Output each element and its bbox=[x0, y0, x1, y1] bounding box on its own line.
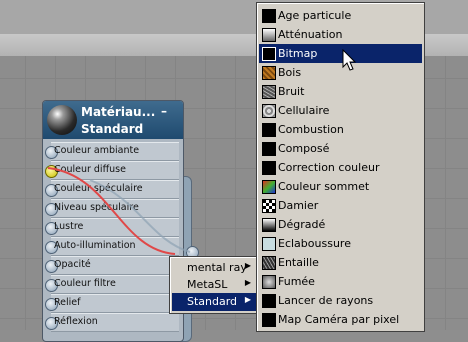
fumee-swatch-icon bbox=[262, 275, 276, 289]
map-item-label: Entaille bbox=[278, 256, 319, 269]
map-item-label: Lancer de rayons bbox=[278, 294, 374, 307]
map-item-label: Dégradé bbox=[278, 218, 326, 231]
map-item-cellulaire[interactable]: Cellulaire bbox=[259, 101, 422, 120]
menu-item-standard[interactable]: Standard ▶ bbox=[172, 293, 256, 311]
age-particule-swatch-icon bbox=[262, 9, 276, 23]
submenu-arrow-icon: ▶ bbox=[244, 261, 251, 270]
map-item-label: Eclaboussure bbox=[278, 237, 351, 250]
compose-swatch-icon bbox=[262, 142, 276, 156]
submenu-arrow-icon: ▶ bbox=[244, 295, 251, 304]
damier-swatch-icon bbox=[262, 199, 276, 213]
map-item-compose[interactable]: Composé bbox=[259, 139, 422, 158]
map-item-bois[interactable]: Bois bbox=[259, 63, 422, 82]
map-item-attenuation[interactable]: Atténuation bbox=[259, 25, 422, 44]
map-item-entaille[interactable]: Entaille bbox=[259, 253, 422, 272]
map-item-label: Fumée bbox=[278, 275, 315, 288]
map-camera-swatch-icon bbox=[262, 313, 276, 327]
map-item-label: Cellulaire bbox=[278, 104, 330, 117]
lancer-de-rayons-swatch-icon bbox=[262, 294, 276, 308]
map-submenu: Age particule Atténuation Bitmap Bois Br… bbox=[256, 2, 425, 332]
correction-couleur-swatch-icon bbox=[262, 161, 276, 175]
map-item-eclaboussure[interactable]: Eclaboussure bbox=[259, 234, 422, 253]
map-item-label: Combustion bbox=[278, 123, 344, 136]
map-item-correction-couleur[interactable]: Correction couleur bbox=[259, 158, 422, 177]
map-item-fumee[interactable]: Fumée bbox=[259, 272, 422, 291]
map-item-label: Bois bbox=[278, 66, 302, 79]
map-item-label: Composé bbox=[278, 142, 330, 155]
mouse-pointer-icon bbox=[342, 49, 357, 71]
map-item-label: Bruit bbox=[278, 85, 305, 98]
map-item-damier[interactable]: Damier bbox=[259, 196, 422, 215]
attenuation-swatch-icon bbox=[262, 28, 276, 42]
map-item-label: Map Caméra par pixel bbox=[278, 313, 400, 326]
map-item-bruit[interactable]: Bruit bbox=[259, 82, 422, 101]
map-item-combustion[interactable]: Combustion bbox=[259, 120, 422, 139]
menu-item-label: Standard bbox=[187, 295, 238, 308]
menu-item-label: mental ray bbox=[187, 261, 247, 274]
map-item-degrade[interactable]: Dégradé bbox=[259, 215, 422, 234]
connection-wire-shadow bbox=[89, 179, 191, 253]
map-item-map-camera-par-pixel[interactable]: Map Caméra par pixel bbox=[259, 310, 422, 329]
eclaboussure-swatch-icon bbox=[262, 237, 276, 251]
map-item-label: Couleur sommet bbox=[278, 180, 370, 193]
map-item-label: Bitmap bbox=[278, 47, 318, 60]
menu-item-mental-ray[interactable]: mental ray ▶ bbox=[172, 259, 256, 277]
map-item-lancer-de-rayons[interactable]: Lancer de rayons bbox=[259, 291, 422, 310]
map-item-label: Correction couleur bbox=[278, 161, 380, 174]
bruit-swatch-icon bbox=[262, 85, 276, 99]
bois-swatch-icon bbox=[262, 66, 276, 80]
map-item-label: Age particule bbox=[278, 9, 352, 22]
map-item-label: Damier bbox=[278, 199, 319, 212]
map-item-age-particule[interactable]: Age particule bbox=[259, 6, 422, 25]
degrade-swatch-icon bbox=[262, 218, 276, 232]
map-item-couleur-sommet[interactable]: Couleur sommet bbox=[259, 177, 422, 196]
couleur-sommet-swatch-icon bbox=[262, 180, 276, 194]
context-menu: mental ray ▶ MetaSL ▶ Standard ▶ bbox=[169, 256, 259, 314]
bitmap-swatch-icon bbox=[262, 47, 276, 61]
menu-item-label: MetaSL bbox=[187, 278, 228, 291]
cellulaire-swatch-icon bbox=[262, 104, 276, 118]
connection-wire bbox=[47, 167, 176, 255]
entaille-swatch-icon bbox=[262, 256, 276, 270]
combustion-swatch-icon bbox=[262, 123, 276, 137]
submenu-arrow-icon: ▶ bbox=[244, 278, 251, 287]
map-item-label: Atténuation bbox=[278, 28, 343, 41]
map-item-bitmap[interactable]: Bitmap bbox=[259, 44, 422, 63]
menu-item-metasl[interactable]: MetaSL ▶ bbox=[172, 276, 256, 294]
